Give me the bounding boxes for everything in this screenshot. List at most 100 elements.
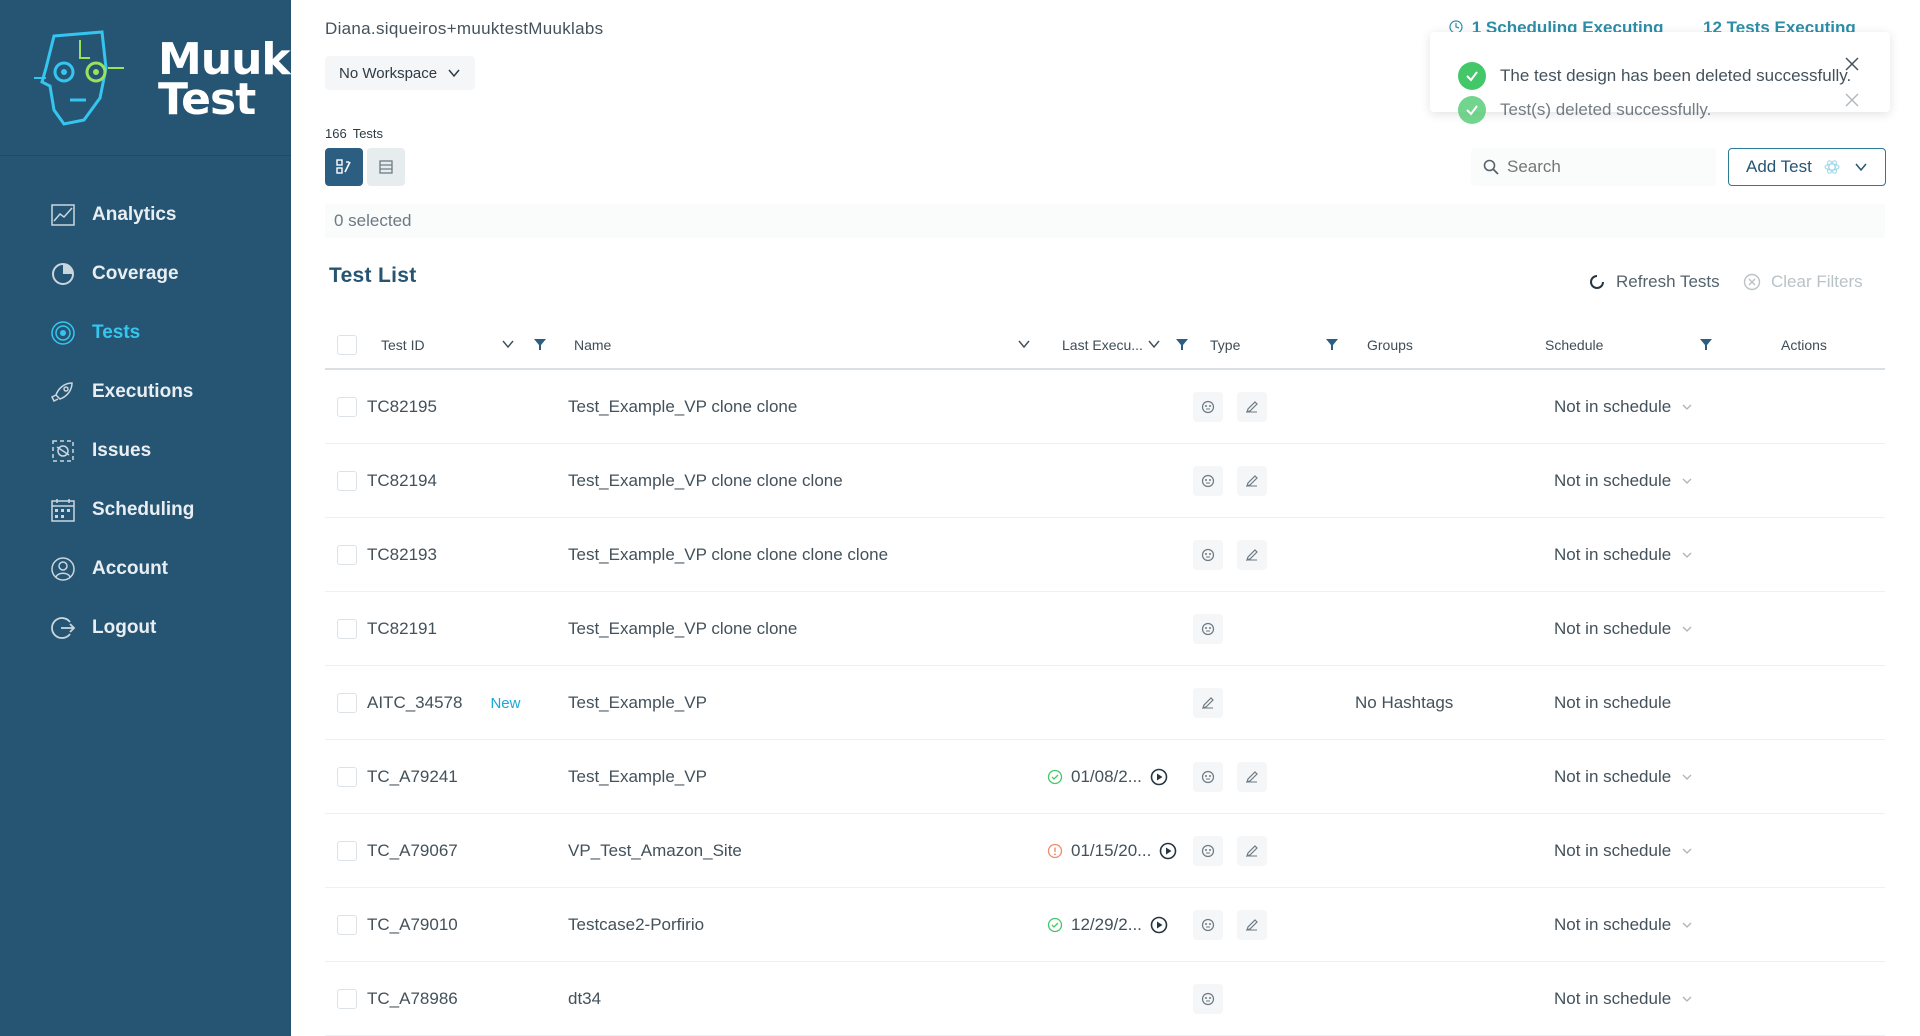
row-checkbox[interactable] [337,397,357,417]
schedule-dropdown[interactable]: Not in schedule [1554,962,1693,1036]
column-last-execution[interactable]: Last Execu... [1062,319,1143,370]
table-row[interactable]: TC_A79010 Testcase2-Porfirio 12/29/2... Not… [325,888,1885,962]
row-checkbox[interactable] [337,989,357,1009]
robot-type-icon[interactable] [1193,984,1223,1014]
row-checkbox[interactable] [337,767,357,787]
robot-type-icon[interactable] [1193,910,1223,940]
edit-type-icon[interactable] [1237,392,1267,422]
table-row[interactable]: TC82191 Test_Example_VP clone clone Not in… [325,592,1885,666]
row-checkbox[interactable] [337,693,357,713]
column-type[interactable]: Type [1210,319,1240,370]
edit-type-icon[interactable] [1237,762,1267,792]
sidebar-item-executions[interactable]: Executions [0,362,291,421]
test-name[interactable]: Test_Example_VP clone clone clone [568,444,843,518]
schedule-dropdown[interactable]: Not in schedule [1554,592,1693,666]
test-name[interactable]: Test_Example_VP clone clone [568,592,797,666]
filter-icon[interactable] [1175,337,1189,351]
sidebar-item-issues[interactable]: Issues [0,421,291,480]
sidebar-item-coverage[interactable]: Coverage [0,244,291,303]
test-name[interactable]: Test_Example_VP [568,740,707,814]
schedule-dropdown[interactable]: Not in schedule [1554,814,1693,888]
filter-icon[interactable] [533,337,547,351]
test-name[interactable]: Testcase2-Porfirio [568,888,704,962]
edit-type-icon[interactable] [1237,466,1267,496]
test-id[interactable]: TC82195 [367,397,437,417]
test-id[interactable]: TC_A79010 [367,915,458,935]
test-name[interactable]: Test_Example_VP [568,666,707,740]
sidebar-item-analytics[interactable]: Analytics [0,185,291,244]
muuktest-logo[interactable]: Muuk Test [24,28,291,128]
sidebar-item-scheduling[interactable]: Scheduling [0,480,291,539]
sidebar-item-tests[interactable]: Tests [0,303,291,362]
test-id[interactable]: TC82194 [367,471,437,491]
close-icon[interactable] [1844,56,1860,72]
edit-type-icon[interactable] [1237,836,1267,866]
search-box[interactable] [1471,148,1716,186]
column-name[interactable]: Name [574,319,611,370]
chevron-down-icon[interactable] [1017,337,1031,351]
row-checkbox[interactable] [337,545,357,565]
last-execution-date[interactable]: 12/29/2... [1071,915,1142,935]
play-circle-icon[interactable] [1150,916,1168,934]
chevron-down-icon[interactable] [501,337,515,351]
last-execution-date[interactable]: 01/15/20... [1071,841,1151,861]
robot-type-icon[interactable] [1193,614,1223,644]
schedule-dropdown[interactable]: Not in schedule [1554,666,1671,740]
tests-count: 166 Tests [325,126,383,141]
table-row[interactable]: TC82193 Test_Example_VP clone clone clone… [325,518,1885,592]
column-groups[interactable]: Groups [1367,319,1413,370]
test-id[interactable]: TC_A79241 [367,767,458,787]
filter-icon[interactable] [1699,337,1713,351]
edit-type-icon[interactable] [1237,540,1267,570]
search-input[interactable] [1507,157,1697,177]
schedule-dropdown[interactable]: Not in schedule [1554,888,1693,962]
table-row[interactable]: TC82194 Test_Example_VP clone clone clone… [325,444,1885,518]
clear-filters-button[interactable]: Clear Filters [1743,272,1863,292]
schedule-dropdown[interactable]: Not in schedule [1554,740,1693,814]
sidebar-item-account[interactable]: Account [0,539,291,598]
edit-type-icon[interactable] [1193,688,1223,718]
test-id[interactable]: TC_A79067 [367,841,458,861]
table-row[interactable]: AITC_34578 New Test_Example_VP No Hashtags N… [325,666,1885,740]
table-row[interactable]: TC82195 Test_Example_VP clone clone Not in… [325,370,1885,444]
row-checkbox[interactable] [337,471,357,491]
table-row[interactable]: TC_A78986 dt34 Not in schedule [325,962,1885,1036]
row-checkbox[interactable] [337,841,357,861]
close-icon[interactable] [1844,92,1860,108]
column-schedule[interactable]: Schedule [1545,319,1603,370]
last-execution-date[interactable]: 01/08/2... [1071,767,1142,787]
test-id[interactable]: TC82191 [367,619,437,639]
robot-type-icon[interactable] [1193,540,1223,570]
sidebar-item-logout[interactable]: Logout [0,598,291,657]
edit-type-icon[interactable] [1237,910,1267,940]
robot-type-icon[interactable] [1193,392,1223,422]
row-checkbox[interactable] [337,619,357,639]
filter-icon[interactable] [1325,337,1339,351]
robot-type-icon[interactable] [1193,466,1223,496]
table-row[interactable]: TC_A79067 VP_Test_Amazon_Site 01/15/20... N… [325,814,1885,888]
test-name[interactable]: dt34 [568,962,601,1036]
robot-type-icon[interactable] [1193,836,1223,866]
test-name[interactable]: Test_Example_VP clone clone [568,370,797,444]
grid-view-button[interactable] [325,148,363,186]
play-circle-icon[interactable] [1159,842,1177,860]
refresh-tests-button[interactable]: Refresh Tests [1588,272,1720,292]
row-checkbox[interactable] [337,915,357,935]
list-view-button[interactable] [367,148,405,186]
chevron-down-icon[interactable] [1147,337,1161,351]
play-circle-icon[interactable] [1150,768,1168,786]
add-test-button[interactable]: Add Test [1728,148,1886,186]
test-id[interactable]: TC82193 [367,545,437,565]
test-name[interactable]: VP_Test_Amazon_Site [568,814,742,888]
test-id[interactable]: AITC_34578 [367,693,462,713]
schedule-dropdown[interactable]: Not in schedule [1554,370,1693,444]
test-name[interactable]: Test_Example_VP clone clone clone clone [568,518,888,592]
schedule-dropdown[interactable]: Not in schedule [1554,444,1693,518]
workspace-dropdown[interactable]: No Workspace [325,56,476,90]
column-test-id[interactable]: Test ID [381,319,425,370]
test-id[interactable]: TC_A78986 [367,989,458,1009]
robot-type-icon[interactable] [1193,762,1223,792]
schedule-dropdown[interactable]: Not in schedule [1554,518,1693,592]
table-row[interactable]: TC_A79241 Test_Example_VP 01/08/2... Not in… [325,740,1885,814]
select-all-checkbox[interactable] [337,334,357,355]
